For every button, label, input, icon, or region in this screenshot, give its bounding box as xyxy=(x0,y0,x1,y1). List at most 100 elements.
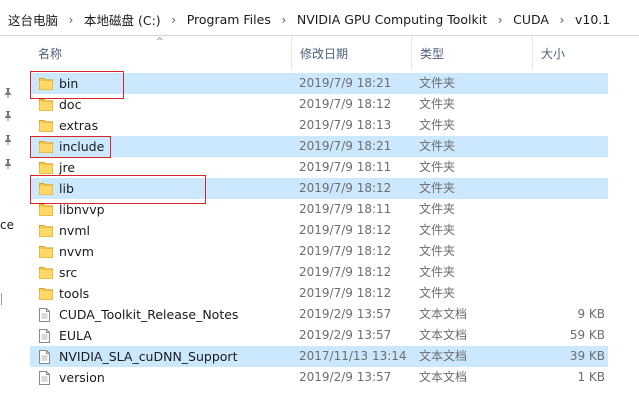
file-size xyxy=(533,178,605,199)
file-row[interactable]: tools 2019/7/9 18:12 文件夹 xyxy=(30,283,608,304)
pin-icon[interactable] xyxy=(4,88,12,98)
file-size: 39 KB xyxy=(569,349,605,363)
chevron-right-icon[interactable]: › xyxy=(163,13,185,27)
folder-icon xyxy=(39,178,53,199)
pin-icon[interactable] xyxy=(4,159,12,169)
pin-icon[interactable] xyxy=(4,111,12,121)
file-row[interactable]: NVIDIA_SLA_cuDNN_Support 2017/11/13 13:14… xyxy=(30,346,608,367)
pin-icon[interactable] xyxy=(4,135,12,145)
column-header-date-modified[interactable]: 修改日期 xyxy=(292,36,412,70)
file-size xyxy=(533,262,605,283)
file-size xyxy=(533,73,605,94)
file-name[interactable]: tools xyxy=(59,283,89,304)
file-type: 文件夹 xyxy=(419,223,456,237)
navigation-pane: ce xyxy=(0,36,18,416)
folder-icon xyxy=(39,157,53,178)
file-name[interactable]: bin xyxy=(59,73,78,94)
file-date-modified: 2019/2/9 13:57 xyxy=(299,328,392,342)
file-type: 文件夹 xyxy=(419,265,456,279)
chevron-right-icon[interactable]: › xyxy=(551,13,573,27)
file-row[interactable]: nvvm 2019/7/9 18:12 文件夹 xyxy=(30,241,608,262)
file-size xyxy=(533,199,605,220)
folder-icon xyxy=(39,136,53,157)
breadcrumb-item-program-files[interactable]: Program Files xyxy=(185,12,273,27)
text-file-icon xyxy=(39,346,53,367)
file-size: 9 KB xyxy=(577,307,605,321)
folder-icon xyxy=(39,283,53,304)
column-header-row: ^ 名称 修改日期 类型 大小 xyxy=(30,36,639,70)
file-name[interactable]: nvvm xyxy=(59,241,94,262)
folder-icon xyxy=(39,241,53,262)
file-type: 文件夹 xyxy=(419,97,456,111)
file-type: 文本文档 xyxy=(419,307,468,321)
file-date-modified: 2019/7/9 18:12 xyxy=(299,244,392,258)
file-date-modified: 2019/7/9 18:11 xyxy=(299,202,392,216)
file-row[interactable]: extras 2019/7/9 18:13 文件夹 xyxy=(30,115,608,136)
file-row[interactable]: src 2019/7/9 18:12 文件夹 xyxy=(30,262,608,283)
file-name[interactable]: lib xyxy=(59,178,74,199)
file-date-modified: 2019/7/9 18:12 xyxy=(299,265,392,279)
file-size: 59 KB xyxy=(569,328,605,342)
file-name[interactable]: doc xyxy=(59,94,81,115)
file-name[interactable]: jre xyxy=(59,157,75,178)
text-file-icon xyxy=(39,325,53,346)
file-name[interactable]: NVIDIA_SLA_cuDNN_Support xyxy=(59,346,237,367)
file-name[interactable]: include xyxy=(59,136,104,157)
file-row[interactable]: jre 2019/7/9 18:11 文件夹 xyxy=(30,157,608,178)
file-size xyxy=(533,220,605,241)
column-header-type[interactable]: 类型 xyxy=(412,36,533,70)
file-name[interactable]: version xyxy=(59,367,105,388)
file-name[interactable]: extras xyxy=(59,115,98,136)
file-row[interactable]: include 2019/7/9 18:21 文件夹 xyxy=(30,136,608,157)
file-type: 文件夹 xyxy=(419,76,456,90)
file-name[interactable]: src xyxy=(59,262,77,283)
breadcrumb-item-local-disk[interactable]: 本地磁盘 (C:) xyxy=(82,10,163,29)
file-type: 文件夹 xyxy=(419,286,456,300)
breadcrumb-item-nvidia-toolkit[interactable]: NVIDIA GPU Computing Toolkit xyxy=(295,12,489,27)
breadcrumb-item-v10-1[interactable]: v10.1 xyxy=(573,12,612,27)
file-explorer-window: 这台电脑 › 本地磁盘 (C:) › Program Files › NVIDI… xyxy=(0,0,639,416)
address-bar[interactable]: 这台电脑 › 本地磁盘 (C:) › Program Files › NVIDI… xyxy=(0,0,639,36)
file-row[interactable]: version 2019/2/9 13:57 文本文档 1 KB xyxy=(30,367,608,388)
file-name[interactable]: libnvvp xyxy=(59,199,105,220)
file-date-modified: 2019/7/9 18:11 xyxy=(299,160,392,174)
file-type: 文本文档 xyxy=(419,349,468,363)
chevron-right-icon[interactable]: › xyxy=(489,13,511,27)
file-row[interactable]: EULA 2019/2/9 13:57 文本文档 59 KB xyxy=(30,325,608,346)
file-date-modified: 2019/7/9 18:13 xyxy=(299,118,392,132)
file-date-modified: 2017/11/13 13:14 xyxy=(299,349,407,363)
folder-icon xyxy=(39,73,53,94)
file-name[interactable]: nvml xyxy=(59,220,90,241)
breadcrumb: 这台电脑 › 本地磁盘 (C:) › Program Files › NVIDI… xyxy=(6,10,612,29)
file-type: 文件夹 xyxy=(419,202,456,216)
file-date-modified: 2019/7/9 18:21 xyxy=(299,76,392,90)
file-row[interactable]: libnvvp 2019/7/9 18:11 文件夹 xyxy=(30,199,608,220)
breadcrumb-item-cuda[interactable]: CUDA xyxy=(511,12,551,27)
file-name[interactable]: CUDA_Toolkit_Release_Notes xyxy=(59,304,238,325)
chevron-right-icon[interactable]: › xyxy=(273,13,295,27)
file-name[interactable]: EULA xyxy=(59,325,92,346)
folder-icon xyxy=(39,262,53,283)
breadcrumb-item-this-pc[interactable]: 这台电脑 xyxy=(6,10,60,29)
file-type: 文件夹 xyxy=(419,139,456,153)
file-row[interactable]: doc 2019/7/9 18:12 文件夹 xyxy=(30,94,608,115)
folder-icon xyxy=(39,220,53,241)
file-type: 文本文档 xyxy=(419,370,468,384)
nav-item-label-partial[interactable]: ce xyxy=(0,218,14,232)
file-date-modified: 2019/7/9 18:12 xyxy=(299,97,392,111)
file-row[interactable]: CUDA_Toolkit_Release_Notes 2019/2/9 13:57… xyxy=(30,304,608,325)
column-header-size[interactable]: 大小 xyxy=(533,36,639,70)
file-date-modified: 2019/7/9 18:12 xyxy=(299,181,392,195)
file-date-modified: 2019/7/9 18:21 xyxy=(299,139,392,153)
chevron-right-icon[interactable]: › xyxy=(60,13,82,27)
file-size: 1 KB xyxy=(577,370,605,384)
file-date-modified: 2019/2/9 13:57 xyxy=(299,307,392,321)
nav-divider xyxy=(1,293,2,305)
file-row[interactable]: lib 2019/7/9 18:12 文件夹 xyxy=(30,178,608,199)
file-type: 文件夹 xyxy=(419,244,456,258)
file-date-modified: 2019/7/9 18:12 xyxy=(299,223,392,237)
file-row[interactable]: bin 2019/7/9 18:21 文件夹 xyxy=(30,73,608,94)
file-row[interactable]: nvml 2019/7/9 18:12 文件夹 xyxy=(30,220,608,241)
column-header-name[interactable]: 名称 xyxy=(30,36,292,70)
file-size xyxy=(533,94,605,115)
